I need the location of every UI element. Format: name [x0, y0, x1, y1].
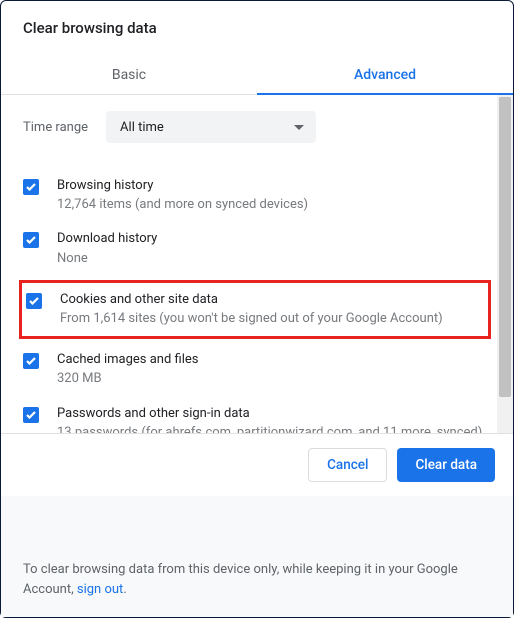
- tab-basic[interactable]: Basic: [1, 55, 257, 94]
- cancel-button-label: Cancel: [327, 457, 368, 473]
- item-title: Cookies and other site data: [60, 291, 484, 309]
- item-desc: From 1,614 sites (you won't be signed ou…: [60, 310, 484, 328]
- item-desc: 12,764 items (and more on synced devices…: [57, 196, 483, 214]
- clear-data-button-label: Clear data: [415, 457, 477, 473]
- time-range-dropdown[interactable]: All time: [106, 111, 316, 143]
- sign-out-link[interactable]: sign out: [77, 582, 123, 597]
- item-title: Download history: [57, 230, 483, 248]
- info-footer: To clear browsing data from this device …: [1, 496, 513, 617]
- checkmark-icon: [29, 297, 39, 305]
- dialog-header: Clear browsing data: [1, 1, 513, 47]
- tab-advanced[interactable]: Advanced: [257, 55, 513, 94]
- checkbox-download-history[interactable]: [23, 232, 39, 248]
- item-desc: 320 MB: [57, 370, 483, 388]
- item-download-history: Download history None: [23, 222, 487, 275]
- item-title: Cached images and files: [57, 351, 483, 369]
- checkmark-icon: [26, 357, 36, 365]
- tab-basic-label: Basic: [112, 67, 146, 83]
- tab-advanced-label: Advanced: [354, 67, 416, 83]
- item-desc: None: [57, 250, 483, 268]
- time-range-label: Time range: [23, 120, 88, 135]
- checkmark-icon: [26, 183, 36, 191]
- item-title: Passwords and other sign-in data: [57, 405, 483, 423]
- scroll-area: Time range All time Browsing history 12,…: [1, 95, 513, 434]
- dialog-title: Clear browsing data: [23, 19, 491, 37]
- item-browsing-history: Browsing history 12,764 items (and more …: [23, 169, 487, 222]
- checkbox-browsing-history[interactable]: [23, 179, 39, 195]
- chevron-down-icon: [294, 125, 304, 130]
- dialog-footer: Cancel Clear data: [1, 434, 513, 496]
- scrollbar-thumb[interactable]: [499, 97, 511, 397]
- scroll-content: Time range All time Browsing history 12,…: [1, 95, 497, 433]
- checkbox-passwords[interactable]: [23, 407, 39, 423]
- checkbox-cached-images[interactable]: [23, 353, 39, 369]
- item-desc: 13 passwords (for ahrefs.com, partitionw…: [57, 424, 483, 434]
- checkmark-icon: [26, 236, 36, 244]
- checkmark-icon: [26, 411, 36, 419]
- checkbox-cookies[interactable]: [26, 293, 42, 309]
- item-cookies-highlighted: Cookies and other site data From 1,614 s…: [19, 280, 491, 339]
- cancel-button[interactable]: Cancel: [308, 448, 387, 482]
- tab-bar: Basic Advanced: [1, 55, 513, 95]
- item-cached-images: Cached images and files 320 MB: [23, 343, 487, 396]
- time-range-row: Time range All time: [23, 111, 487, 143]
- time-range-value: All time: [120, 120, 164, 135]
- item-title: Browsing history: [57, 177, 483, 195]
- scrollbar-track[interactable]: [497, 95, 513, 433]
- clear-data-button[interactable]: Clear data: [397, 448, 495, 482]
- info-suffix: .: [123, 582, 126, 597]
- item-passwords: Passwords and other sign-in data 13 pass…: [23, 397, 487, 435]
